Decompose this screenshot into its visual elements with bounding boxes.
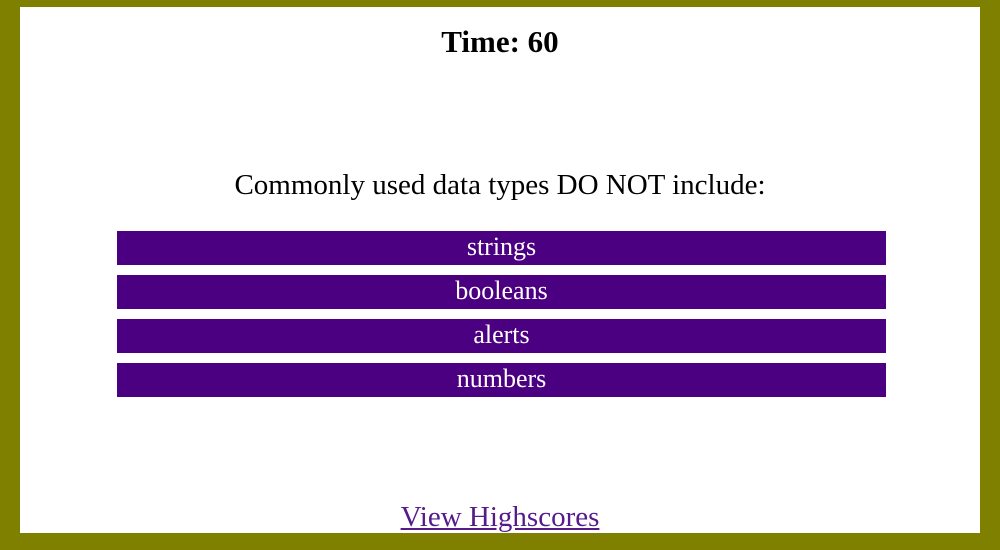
choice-button-alerts[interactable]: alerts (117, 319, 886, 353)
choice-button-strings[interactable]: strings (117, 231, 886, 265)
question-text: Commonly used data types DO NOT include: (234, 169, 766, 201)
choice-button-numbers[interactable]: numbers (117, 363, 886, 397)
timer: Time: 60 (441, 24, 559, 59)
highscores-link-container: View Highscores (20, 498, 980, 536)
choice-button-booleans[interactable]: booleans (117, 275, 886, 309)
view-highscores-link[interactable]: View Highscores (401, 501, 600, 533)
quiz-frame: Time: 60 Commonly used data types DO NOT… (0, 0, 1000, 550)
